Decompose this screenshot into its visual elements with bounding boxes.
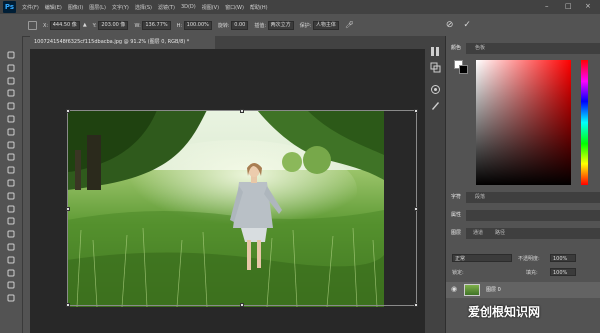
healing-brush-tool-icon[interactable] (5, 127, 17, 137)
move-tool-icon[interactable] (5, 50, 17, 60)
opacity-label: 不透明度: (518, 256, 540, 262)
close-window-button[interactable]: × (585, 2, 591, 10)
angle-label: 旋转: 0.00 (218, 20, 249, 30)
fill-field[interactable]: 100% (550, 268, 576, 276)
history-icon[interactable] (430, 46, 441, 57)
marquee-tool-icon[interactable] (5, 63, 17, 73)
menu-view[interactable]: 视图(V) (202, 4, 219, 11)
tab-swatches[interactable]: 色板 (470, 43, 490, 54)
quick-select-tool-icon[interactable] (5, 88, 17, 98)
menu-file[interactable]: 文件(F) (22, 4, 39, 11)
microphone-icon[interactable]: 🎤︎ (345, 21, 354, 29)
menu-window[interactable]: 窗口(W) (225, 4, 244, 11)
layer-name: 图层 0 (486, 287, 501, 293)
protect-label: 保护: 人物主体 (300, 20, 339, 30)
properties-panel-tabs: 属性 (446, 210, 600, 221)
opacity-field[interactable]: 100% (550, 254, 576, 262)
cancel-transform-icon[interactable]: ⊘ (446, 20, 454, 30)
clone-stamp-tool-icon[interactable] (5, 152, 17, 162)
tab-properties[interactable]: 属性 (446, 210, 467, 221)
type-tool-icon[interactable] (5, 242, 17, 252)
brush-tool-icon[interactable] (5, 140, 17, 150)
tab-paths[interactable]: 路径 (490, 228, 510, 239)
eraser-tool-icon[interactable] (5, 178, 17, 188)
tab-character[interactable]: 字符 (446, 192, 467, 203)
x-field[interactable]: 444.50 像 (49, 20, 80, 30)
tab-channels[interactable]: 通道 (468, 228, 488, 239)
brush-presets-icon[interactable] (430, 100, 441, 111)
lasso-tool-icon[interactable] (5, 76, 17, 86)
color-field[interactable] (476, 60, 571, 185)
actions-icon[interactable] (430, 84, 441, 95)
pen-tool-icon[interactable] (5, 229, 17, 239)
history-brush-tool-icon[interactable] (5, 165, 17, 175)
tab-color[interactable]: 颜色 (446, 43, 467, 54)
link-icon[interactable]: ▲ (83, 22, 87, 28)
crop-tool-icon[interactable] (5, 101, 17, 111)
menu-layer[interactable]: 图层(L) (89, 4, 106, 11)
x-label: X: 444.50 像 (43, 20, 80, 30)
tab-layers[interactable]: 图层 (446, 228, 467, 239)
document-tab[interactable]: 1007241548f6325cf115dbacba.jpg @ 91.2% (… (30, 36, 215, 49)
menu-3d[interactable]: 3D(D) (181, 4, 196, 10)
interp-select[interactable]: 两次立方 (267, 20, 294, 30)
hue-slider[interactable] (581, 60, 588, 185)
menu-image[interactable]: 图像(I) (68, 4, 83, 11)
document-tab-strip: 1007241548f6325cf115dbacba.jpg @ 91.2% (… (30, 36, 425, 49)
blur-tool-icon[interactable] (5, 204, 17, 214)
w-label: W: 136.77% (134, 20, 171, 30)
path-select-tool-icon[interactable] (5, 255, 17, 265)
eyedropper-tool-icon[interactable] (5, 114, 17, 124)
shape-tool-icon[interactable] (5, 268, 17, 278)
color-panel-tabs: 颜色 色板 (446, 43, 600, 54)
properties-icon[interactable] (430, 62, 441, 73)
layers-panel-tabs: 图层 通道 路径 (446, 228, 600, 239)
y-label: Y: 203.00 像 (93, 20, 129, 30)
angle-field[interactable]: 0.00 (231, 20, 249, 30)
document-image[interactable] (67, 110, 384, 307)
watermark-text: 爱创根知识网 (468, 305, 541, 319)
document-tab-title: 1007241548f6325cf115dbacba.jpg @ 91.2% (… (34, 39, 190, 45)
menu-help[interactable]: 帮助(H) (250, 4, 268, 11)
meadow-photo (67, 110, 384, 307)
minimize-button[interactable]: – (545, 2, 549, 10)
visibility-eye-icon[interactable]: ◉ (451, 285, 457, 293)
tools-panel (0, 36, 23, 333)
w-field[interactable]: 136.77% (142, 20, 171, 30)
reference-point-icon[interactable] (28, 20, 37, 30)
right-panels: 颜色 色板 字符 段落 属性 图层 通道 路径 正常 不透明度: 100% 锁定… (445, 36, 600, 333)
dodge-tool-icon[interactable] (5, 216, 17, 226)
menu-type[interactable]: 文字(Y) (112, 4, 129, 11)
menu-edit[interactable]: 编辑(E) (45, 4, 62, 11)
protect-select[interactable]: 人物主体 (312, 20, 339, 30)
menu-bar: Ps 文件(F) 编辑(E) 图像(I) 图层(L) 文字(Y) 选择(S) 滤… (0, 0, 600, 14)
menu-filter[interactable]: 滤镜(T) (158, 4, 175, 11)
h-label: H: 100.00% (177, 20, 212, 30)
zoom-tool-icon[interactable] (5, 293, 17, 303)
commit-transform-icon[interactable]: ✓ (463, 20, 471, 30)
photoshop-logo: Ps (3, 1, 16, 13)
hand-tool-icon[interactable] (5, 280, 17, 290)
panel-dock-strip (425, 36, 445, 333)
options-bar: X: 444.50 像 ▲ Y: 203.00 像 W: 136.77% H: … (0, 14, 600, 37)
maximize-button[interactable]: □ (565, 2, 572, 10)
fill-label: 填充: (526, 270, 538, 276)
layer-row[interactable]: ◉ 图层 0 (446, 282, 600, 298)
h-field[interactable]: 100.00% (183, 20, 212, 30)
background-color-swatch[interactable] (459, 65, 468, 74)
gradient-tool-icon[interactable] (5, 191, 17, 201)
interp-label: 插值: 两次立方 (254, 20, 294, 30)
tab-paragraph[interactable]: 段落 (470, 192, 490, 203)
lock-label: 锁定: (452, 270, 464, 276)
y-field[interactable]: 203.00 像 (98, 20, 129, 30)
layer-thumbnail (464, 284, 480, 296)
character-panel-tabs: 字符 段落 (446, 192, 600, 203)
blend-mode-select[interactable]: 正常 (452, 254, 512, 262)
menu-select[interactable]: 选择(S) (135, 4, 152, 11)
